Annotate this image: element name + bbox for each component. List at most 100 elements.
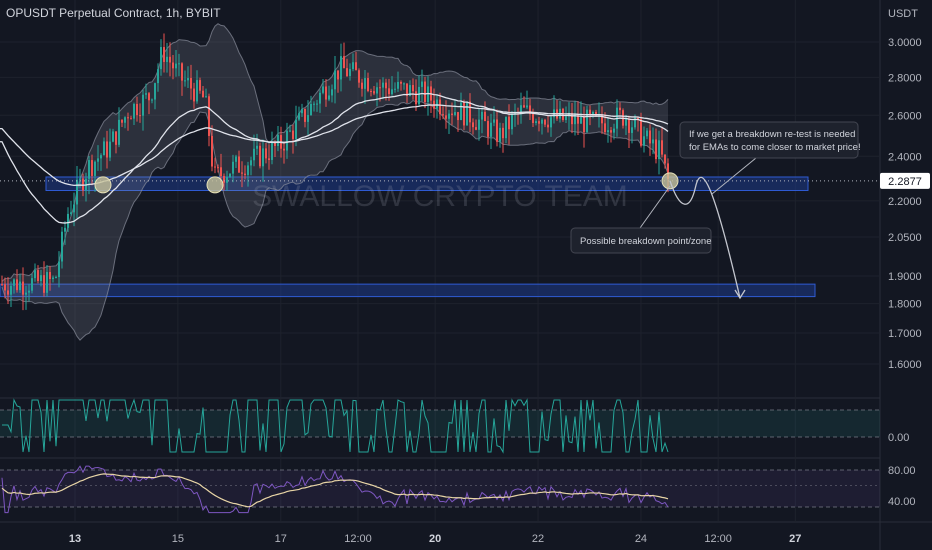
candle-body — [352, 62, 354, 70]
candle-body — [163, 47, 165, 62]
candle-body — [343, 56, 345, 69]
retest-note-line-1: If we get a breakdown re-test is needed — [689, 129, 855, 140]
candle-body — [442, 114, 444, 116]
candle-body — [316, 103, 318, 105]
candle-body — [463, 102, 465, 126]
candle-body — [61, 231, 63, 262]
candle-body — [439, 99, 441, 115]
candle-body — [658, 140, 660, 160]
candle-body — [652, 139, 654, 144]
candle-body — [466, 101, 468, 126]
time-tick-label: 20 — [429, 533, 441, 545]
candle-body — [82, 178, 84, 191]
candle-body — [34, 270, 36, 279]
candle-body — [232, 161, 234, 174]
candle-body — [67, 213, 69, 228]
candle-body — [376, 87, 378, 94]
candle-body — [103, 141, 105, 156]
candle-body — [349, 69, 351, 77]
candle-body — [256, 145, 258, 149]
price-tick-label: 2.4000 — [888, 151, 922, 163]
candle-body — [145, 93, 147, 95]
candle-body — [304, 109, 306, 122]
candle-body — [253, 148, 255, 161]
candle-body — [196, 80, 198, 102]
candle-body — [283, 148, 285, 151]
candle-body — [136, 103, 138, 116]
candle-body — [664, 154, 666, 164]
candle-body — [79, 178, 81, 180]
price-tick-label: 2.8000 — [888, 72, 922, 84]
candle-body — [46, 272, 48, 293]
candle-body — [484, 111, 486, 122]
price-tick-label: 1.8000 — [888, 299, 922, 311]
candle-body — [262, 148, 264, 167]
candle-body — [160, 47, 162, 70]
candle-body — [337, 70, 339, 80]
candle-body — [385, 82, 387, 89]
candle-body — [1, 284, 3, 286]
candle-body — [286, 130, 288, 151]
candle-body — [115, 131, 117, 145]
candle-body — [31, 278, 33, 291]
candle-body — [640, 118, 642, 146]
candle-body — [22, 281, 24, 295]
candle-body — [403, 83, 405, 85]
candle-body — [166, 56, 168, 62]
candle-body — [58, 261, 60, 278]
candle-body — [661, 140, 663, 155]
candle-body — [124, 117, 126, 123]
candle-body — [7, 290, 9, 295]
candle-body — [97, 158, 99, 162]
candle-body — [91, 160, 93, 176]
candle-body — [199, 80, 201, 91]
candle-body — [379, 87, 381, 89]
candle-body — [496, 119, 498, 142]
price-tick-label: 1.9000 — [888, 271, 922, 283]
price-tick-label: 1.6000 — [888, 359, 922, 371]
price-tick-label: 3.0000 — [888, 37, 922, 49]
candle-body — [328, 95, 330, 100]
rsi-tick-label: 40.00 — [888, 496, 916, 508]
candle-body — [502, 127, 504, 139]
candle-body — [265, 148, 267, 159]
candle-body — [40, 275, 42, 282]
candle-body — [478, 119, 480, 130]
candle-body — [607, 130, 609, 133]
candle-body — [637, 117, 639, 119]
candle-body — [358, 70, 360, 83]
candle-body — [28, 290, 30, 293]
candle-body — [340, 56, 342, 80]
candle-body — [310, 104, 312, 116]
candle-body — [229, 173, 231, 178]
candle-body — [625, 119, 627, 126]
candle-body — [208, 96, 210, 136]
candle-body — [457, 112, 459, 121]
candle-body — [298, 113, 300, 120]
candle-body — [211, 135, 213, 167]
retest-note-line-2: for EMAs to come closer to market price! — [689, 142, 861, 153]
candle-body — [364, 78, 366, 89]
currency-label: USDT — [888, 8, 918, 20]
candle-body — [487, 121, 489, 137]
candle-body — [538, 121, 540, 124]
candle-body — [217, 167, 219, 169]
candle-body — [178, 63, 180, 65]
candle-body — [70, 212, 72, 214]
candle-body — [541, 119, 543, 124]
price-chart[interactable]: SWALLOW CRYPTO TEAM If we get a breakdow… — [0, 0, 932, 550]
candle-body — [505, 116, 507, 139]
candle-body — [10, 285, 12, 295]
candle-body — [118, 119, 120, 145]
candle-body — [271, 142, 273, 160]
candle-body — [52, 277, 54, 280]
candle-body — [37, 270, 39, 282]
breakdown-note-text: Possible breakdown point/zone — [580, 236, 712, 247]
candle-body — [481, 111, 483, 120]
candle-body — [415, 91, 417, 105]
candle-body — [277, 135, 279, 147]
candle-body — [400, 81, 402, 84]
candle-body — [4, 284, 6, 291]
last-price-label: 2.2877 — [888, 176, 922, 188]
candle-body — [451, 113, 453, 115]
